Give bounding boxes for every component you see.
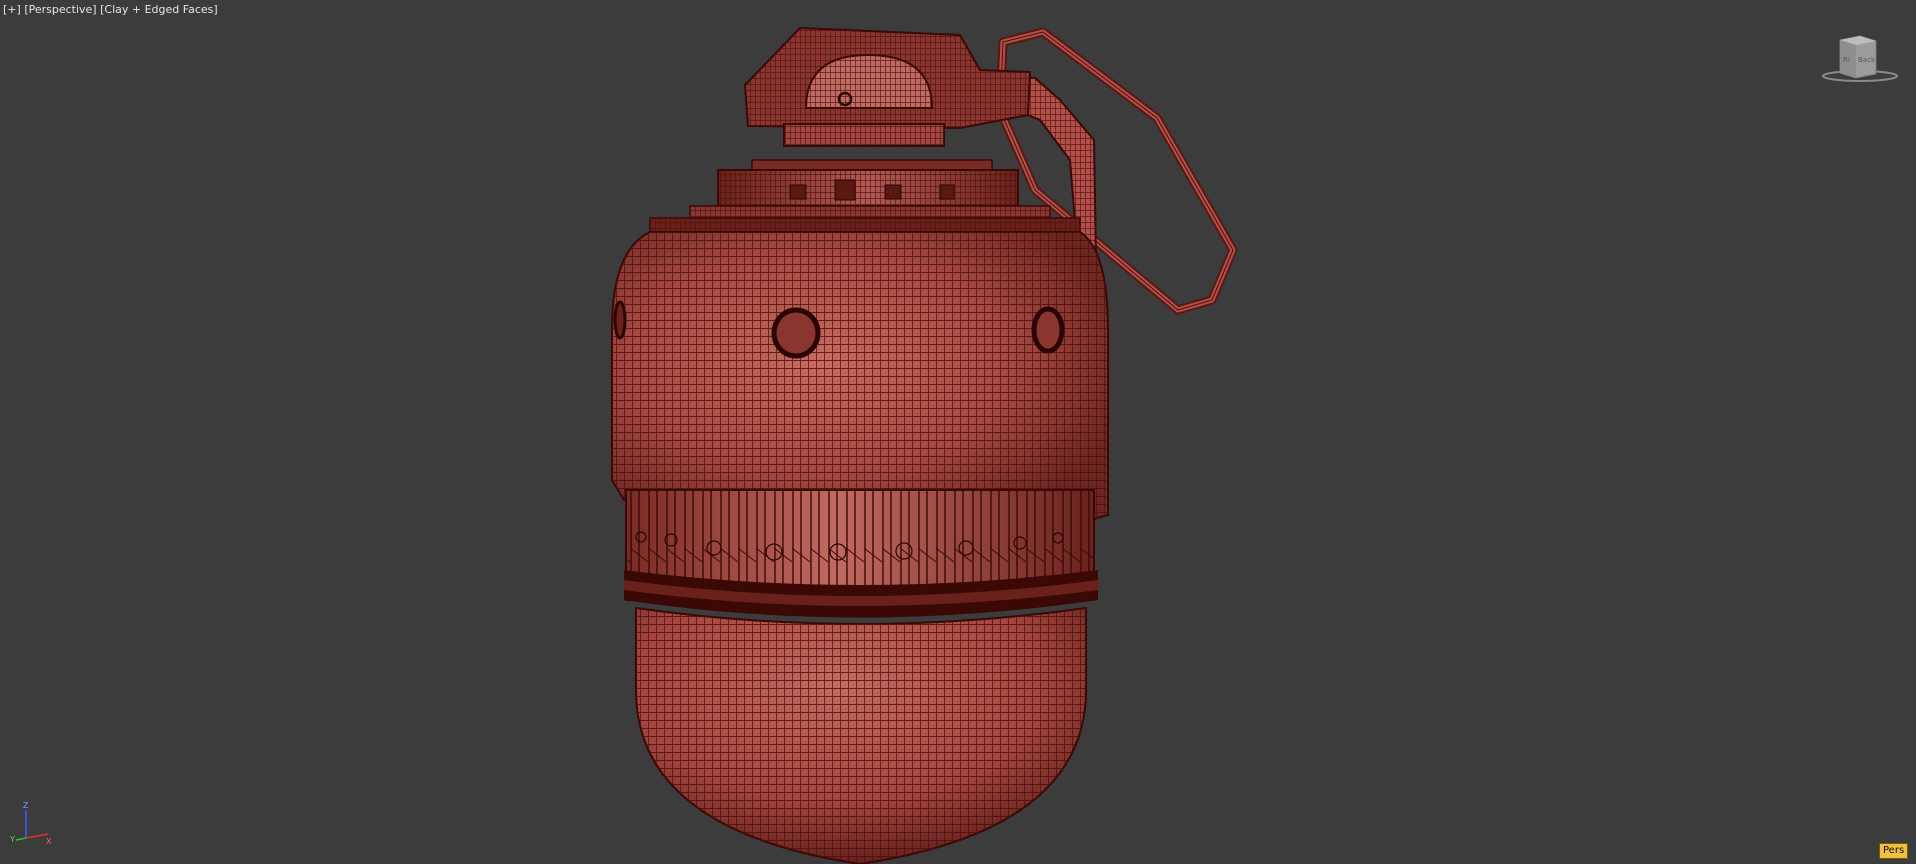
viewport-menu-view[interactable]: [Perspective] (24, 3, 96, 16)
viewcube-face-left[interactable]: Ri (1843, 56, 1850, 64)
grenade-upper-body (611, 231, 1109, 522)
axis-z-label: Z (23, 801, 29, 810)
viewport-menu-shading[interactable]: [Clay + Edged Faces] (100, 3, 218, 16)
viewcube-icon[interactable]: Ri Back (1818, 32, 1898, 84)
perspective-viewport[interactable]: [+] [Perspective] [Clay + Edged Faces] R… (0, 0, 1916, 864)
axis-x-label: X (46, 837, 52, 846)
fuse-housing (649, 26, 1081, 233)
perspective-badge[interactable]: Pers (1879, 843, 1909, 859)
grenade-model[interactable] (0, 0, 1916, 864)
viewcube-face-right[interactable]: Back (1858, 56, 1876, 64)
viewport-menu-plus[interactable]: [+] (3, 3, 21, 16)
grenade-middle-band (624, 489, 1098, 618)
grenade-lower-body (635, 606, 1087, 864)
viewport-label: [+] [Perspective] [Clay + Edged Faces] (3, 3, 218, 16)
axis-y-label: Y (9, 835, 15, 844)
axis-tripod-icon: Z Y X (9, 801, 52, 846)
